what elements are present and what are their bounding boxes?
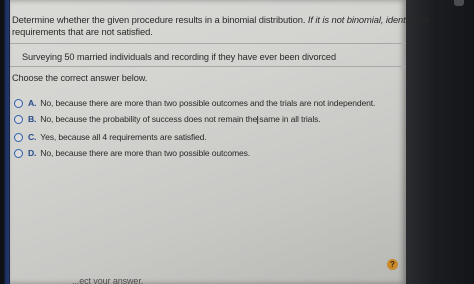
- question-prompt-line2: requirements that are not satisfied.: [12, 26, 153, 37]
- option-b-text: No, because the probability of success d…: [40, 114, 321, 124]
- footer-instruction: ...ect your answer.: [72, 276, 144, 284]
- option-a-text: No, because there are more than two poss…: [40, 98, 376, 108]
- scenario-text: Surveying 50 married individuals and rec…: [22, 52, 336, 62]
- text-cursor-icon: I: [256, 114, 260, 127]
- screen: Determine whether the given procedure re…: [0, 0, 474, 284]
- question-prompt: Determine whether the given procedure re…: [12, 14, 442, 38]
- option-d[interactable]: D. No, because there are more than two p…: [14, 147, 250, 159]
- bezel-artifact: [454, 0, 464, 6]
- radio-d[interactable]: [14, 148, 23, 158]
- option-d-text: No, because there are more than two poss…: [40, 148, 251, 158]
- monitor-bezel: [406, 0, 474, 284]
- option-d-letter: D.: [28, 148, 37, 158]
- question-prompt-plain: Determine whether the given procedure re…: [12, 14, 306, 25]
- question-prompt-italic: If it is not binomial, identify the: [307, 14, 430, 25]
- option-b-letter: B.: [28, 114, 37, 124]
- radio-a[interactable]: [14, 98, 23, 108]
- divider-top: [10, 43, 406, 44]
- option-c[interactable]: C. Yes, because all 4 requirements are s…: [14, 131, 207, 143]
- radio-c[interactable]: [14, 132, 23, 142]
- help-icon[interactable]: ?: [387, 259, 398, 270]
- instruction-text: Choose the correct answer below.: [12, 73, 148, 83]
- option-a[interactable]: A. No, because there are more than two p…: [14, 97, 375, 109]
- option-b[interactable]: B. No, because the probability of succes…: [14, 113, 321, 125]
- option-a-letter: A.: [28, 98, 37, 108]
- radio-b[interactable]: [14, 114, 23, 124]
- option-c-text: Yes, because all 4 requirements are sati…: [40, 132, 207, 142]
- divider-middle: [10, 66, 406, 67]
- option-c-letter: C.: [28, 132, 37, 142]
